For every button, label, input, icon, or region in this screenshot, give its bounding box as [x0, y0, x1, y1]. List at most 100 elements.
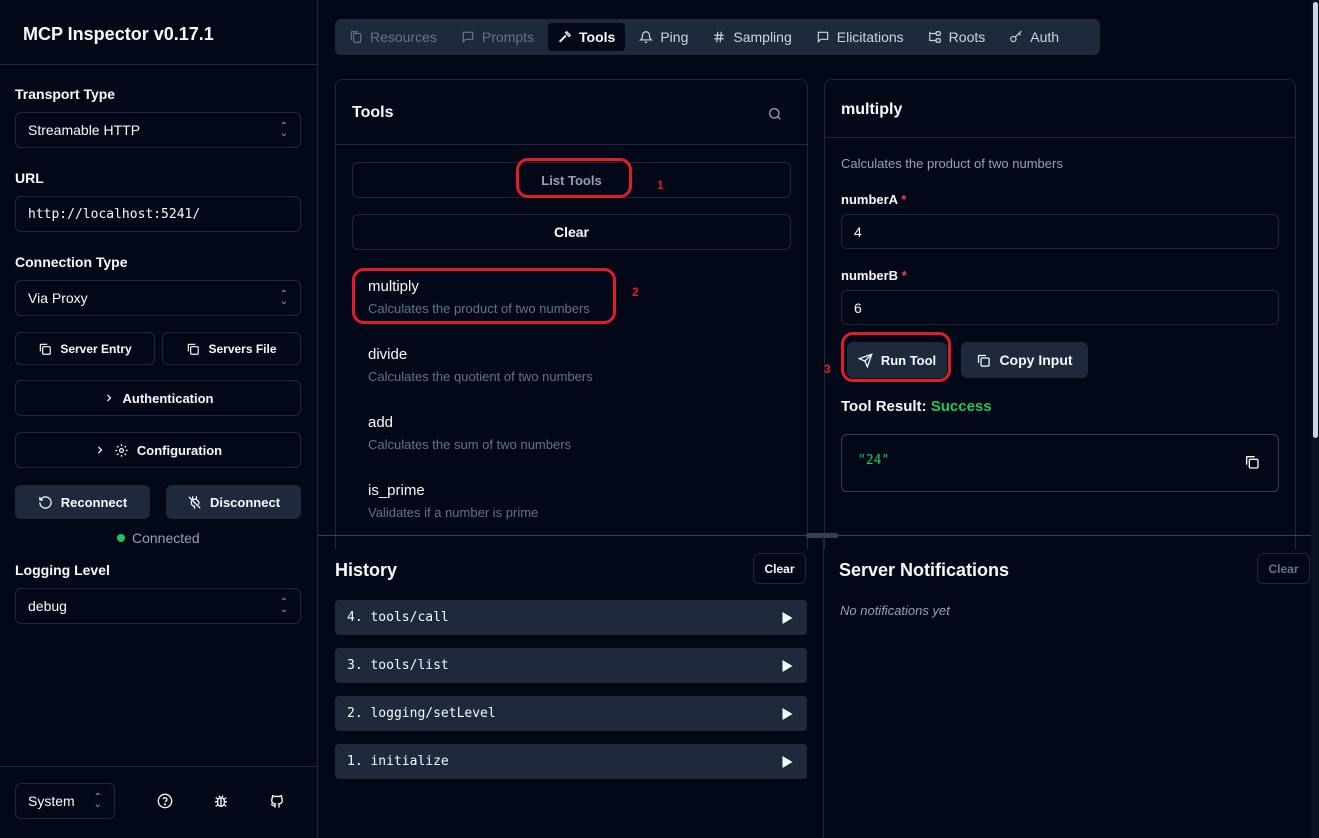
tool-result-label: Tool Result: [841, 398, 927, 415]
tab-label: Auth [1030, 29, 1060, 45]
tool-item[interactable]: is_prime Validates if a number is prime [368, 482, 538, 520]
reconnect-button[interactable]: Reconnect [15, 485, 150, 519]
search-icon[interactable] [767, 106, 783, 122]
tab-roots[interactable]: Roots [918, 23, 996, 51]
message-icon [816, 30, 830, 44]
history-item-label: 2. logging/setLevel [347, 706, 496, 721]
history-item-label: 4. tools/call [347, 610, 449, 625]
tool-item[interactable]: divide Calculates the quotient of two nu… [368, 346, 593, 384]
server-entry-button[interactable]: Server Entry [15, 332, 155, 365]
disconnect-label: Disconnect [209, 494, 281, 510]
tool-result-value: "24" [858, 453, 890, 468]
message-icon [461, 30, 475, 44]
transport-type-value: Streamable HTTP [28, 122, 141, 138]
number-a-label-text: numberA [841, 192, 898, 207]
play-triangle-icon [782, 659, 793, 672]
resize-handle[interactable] [806, 533, 838, 538]
logging-level-select[interactable]: debug ⌃ ⌄ [15, 588, 301, 624]
number-b-input[interactable]: 6 [841, 290, 1279, 325]
notifications-empty: No notifications yet [840, 603, 950, 618]
tab-sampling[interactable]: Sampling [702, 23, 801, 51]
bell-icon [639, 30, 654, 44]
tab-tools[interactable]: Tools [548, 23, 626, 51]
tab-label: Roots [948, 29, 986, 45]
gear-icon [114, 443, 129, 458]
status-dot [117, 534, 125, 542]
number-a-input[interactable]: 4 [841, 214, 1279, 249]
theme-select[interactable]: System ⌃ ⌄ [15, 783, 115, 819]
number-b-label-text: numberB [841, 268, 899, 283]
detail-header-divider [825, 137, 1295, 138]
tool-description: Calculates the quotient of two numbers [368, 369, 593, 384]
servers-file-button[interactable]: Servers File [162, 332, 301, 365]
unplug-icon [187, 495, 202, 510]
connection-type-value: Via Proxy [28, 290, 88, 306]
help-icon[interactable] [157, 793, 173, 809]
play-triangle-icon [782, 611, 793, 624]
copy-icon[interactable] [1244, 454, 1260, 470]
logging-level-value: debug [28, 598, 67, 614]
chevron-right-icon [94, 444, 106, 456]
annotation-ring-multiply [352, 268, 616, 324]
chevron-right-icon [103, 392, 115, 404]
authentication-label: Authentication [122, 390, 214, 406]
tab-label: Ping [660, 29, 689, 45]
tool-name: add [368, 414, 394, 431]
tab-bar: Resources Prompts Tools Ping Sampling El… [335, 19, 1100, 55]
clear-history-label: Clear [764, 561, 795, 576]
number-a-value: 4 [854, 223, 862, 240]
tool-detail-title: multiply [841, 101, 903, 118]
copy-icon [38, 342, 52, 356]
transport-type-label: Transport Type [15, 86, 116, 102]
github-icon[interactable] [269, 793, 285, 809]
tab-ping[interactable]: Ping [629, 23, 698, 51]
history-title: History [335, 560, 398, 580]
tools-panel-title: Tools [352, 104, 394, 121]
configuration-label: Configuration [136, 442, 223, 458]
chevron-updown-icon: ⌃ ⌄ [279, 289, 288, 307]
tab-elicitations[interactable]: Elicitations [806, 23, 914, 51]
annotation-number: 1 [657, 178, 664, 192]
tool-detail-description: Calculates the product of two numbers [841, 156, 1063, 171]
bug-icon[interactable] [213, 793, 229, 809]
disconnect-button[interactable]: Disconnect [166, 485, 301, 519]
tab-label: Tools [579, 29, 616, 45]
tool-name: is_prime [368, 482, 425, 499]
annotation-number: 3 [824, 362, 831, 376]
clear-history-button[interactable]: Clear [753, 553, 806, 584]
tools-header-divider [336, 144, 807, 145]
tab-prompts[interactable]: Prompts [451, 23, 544, 51]
url-input[interactable]: http://localhost:5241/ [15, 196, 301, 232]
transport-type-select[interactable]: Streamable HTTP ⌃ ⌄ [15, 112, 301, 148]
tool-description: Validates if a number is prime [368, 505, 539, 520]
tool-item[interactable]: add Calculates the sum of two numbers [368, 414, 571, 452]
history-item[interactable]: 1. initialize [335, 744, 807, 779]
chevron-updown-icon: ⌃ ⌄ [93, 792, 102, 810]
history-item[interactable]: 2. logging/setLevel [335, 696, 807, 731]
history-item[interactable]: 3. tools/list [335, 648, 807, 683]
authentication-button[interactable]: Authentication [15, 380, 301, 416]
tree-icon [928, 30, 942, 44]
connection-status: Connected [132, 530, 200, 546]
history-item[interactable]: 4. tools/call [335, 600, 807, 635]
configuration-button[interactable]: Configuration [15, 432, 301, 468]
copy-input-button[interactable]: Copy Input [961, 342, 1088, 378]
clear-tools-label: Clear [553, 224, 590, 240]
clear-tools-button[interactable]: Clear [352, 214, 791, 250]
tool-description: Calculates the sum of two numbers [368, 437, 572, 452]
sidebar-header-divider [0, 64, 318, 65]
bottom-split-divider [823, 536, 824, 838]
tab-auth[interactable]: Auth [999, 23, 1069, 51]
connection-type-select[interactable]: Via Proxy ⌃ ⌄ [15, 280, 301, 316]
theme-value: System [28, 793, 75, 809]
play-triangle-icon [782, 707, 793, 720]
sidebar: MCP Inspector v0.17.1 Transport Type Str… [0, 0, 318, 838]
tool-name: divide [368, 346, 408, 363]
servers-file-label: Servers File [208, 341, 277, 356]
copy-icon [186, 342, 200, 356]
clear-notifications-button[interactable]: Clear [1257, 553, 1310, 584]
connection-type-label: Connection Type [15, 254, 128, 270]
tab-resources[interactable]: Resources [339, 23, 447, 51]
url-value: http://localhost:5241/ [28, 206, 201, 222]
scrollbar-thumb[interactable] [1313, 2, 1318, 438]
